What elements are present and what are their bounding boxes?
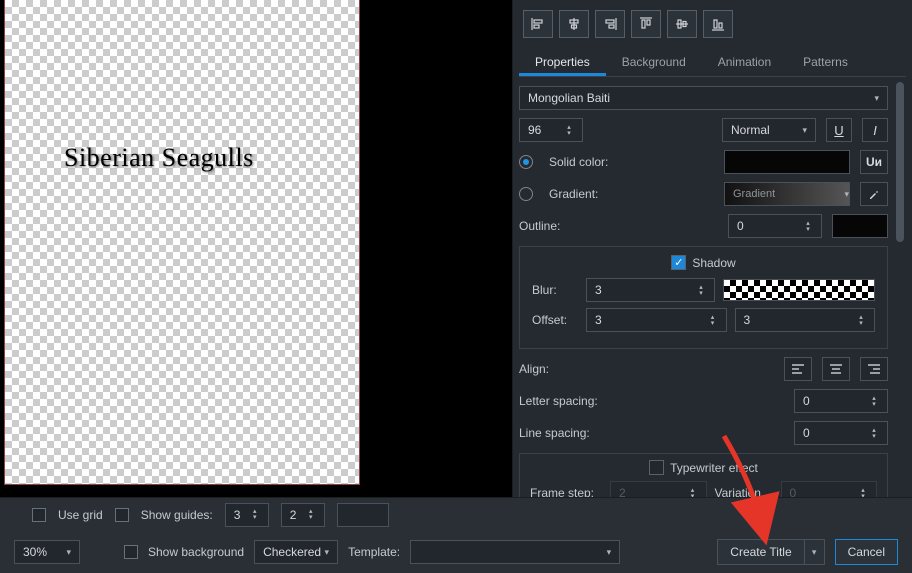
size-down[interactable]: ▾: [564, 131, 574, 136]
align-left-button[interactable]: [523, 10, 553, 38]
properties-panel: Properties Background Animation Patterns…: [512, 0, 912, 497]
shadow-pattern-swatch[interactable]: [723, 279, 875, 301]
align-center-h-button[interactable]: [559, 10, 589, 38]
align-top-button[interactable]: [631, 10, 661, 38]
size-up[interactable]: ▴: [564, 125, 574, 130]
create-title-dropdown[interactable]: ▾: [805, 539, 825, 565]
align-bottom-button[interactable]: [703, 10, 733, 38]
offset-x-input[interactable]: 3▴▾: [586, 308, 727, 332]
variation-label: Variation: [715, 486, 773, 497]
eyedropper-button[interactable]: [860, 182, 888, 206]
shadow-checkbox[interactable]: ✓: [671, 255, 686, 270]
shadow-label: Shadow: [692, 256, 735, 270]
show-guides-label: Show guides:: [141, 508, 213, 522]
font-select[interactable]: Mongolian Baiti▾: [519, 86, 888, 110]
align-center-v-button[interactable]: [667, 10, 697, 38]
object-align-row: [519, 6, 906, 48]
tab-background[interactable]: Background: [606, 48, 702, 76]
grid-toolbar: Use grid Show guides: 3▴▾ 2▴▾: [0, 497, 912, 531]
solid-color-label: Solid color:: [549, 155, 637, 169]
line-spacing-label: Line spacing:: [519, 426, 607, 440]
outline-input[interactable]: 0▴▾: [728, 214, 822, 238]
show-background-checkbox[interactable]: [124, 545, 138, 559]
frame-step-input: 2▴▾: [610, 481, 707, 497]
variation-input: 0▴▾: [781, 481, 878, 497]
italic-button[interactable]: I: [862, 118, 888, 142]
use-grid-label: Use grid: [58, 508, 103, 522]
offset-label: Offset:: [532, 313, 578, 327]
outline-color-swatch[interactable]: [832, 214, 888, 238]
title-text[interactable]: Siberian Seagulls: [64, 143, 254, 173]
typewriter-label: Typewriter effect: [670, 461, 758, 475]
template-label: Template:: [348, 545, 400, 559]
canvas-page[interactable]: Siberian Seagulls: [5, 0, 359, 484]
font-weight-select[interactable]: Normal▾: [722, 118, 816, 142]
underline-button[interactable]: U: [826, 118, 852, 142]
tab-patterns[interactable]: Patterns: [787, 48, 864, 76]
typewriter-checkbox[interactable]: [649, 460, 664, 475]
typewriter-group: Typewriter effect Frame step: 2▴▾ Variat…: [519, 453, 888, 497]
tab-bar: Properties Background Animation Patterns: [519, 48, 906, 77]
background-mode-select[interactable]: Checkered▾: [254, 540, 338, 564]
template-select[interactable]: ▾: [410, 540, 620, 564]
canvas-area[interactable]: Siberian Seagulls: [0, 0, 512, 497]
bottom-toolbar: 30%▾ Show background Checkered▾ Template…: [0, 531, 912, 573]
solid-color-radio[interactable]: [519, 155, 533, 169]
gradient-radio[interactable]: [519, 187, 533, 201]
frame-step-label: Frame step:: [530, 486, 602, 497]
unicode-button[interactable]: Uи: [860, 150, 888, 174]
outline-label: Outline:: [519, 219, 607, 233]
zoom-select[interactable]: 30%▾: [14, 540, 80, 564]
blur-label: Blur:: [532, 283, 578, 297]
gradient-label: Gradient:: [549, 187, 637, 201]
scrollbar-thumb[interactable]: [896, 82, 904, 242]
line-spacing-input[interactable]: 0▴▾: [794, 421, 888, 445]
use-grid-checkbox[interactable]: [32, 508, 46, 522]
shadow-group: ✓ Shadow Blur: 3▴▾ Offset: 3▴▾ 3▴▾: [519, 246, 888, 349]
text-align-right[interactable]: [860, 357, 888, 381]
tab-animation[interactable]: Animation: [702, 48, 787, 76]
solid-color-swatch[interactable]: [724, 150, 850, 174]
font-size-input[interactable]: 96▴▾: [519, 118, 583, 142]
guides-extra-input[interactable]: [337, 503, 389, 527]
text-align-left[interactable]: [784, 357, 812, 381]
guides-y-input[interactable]: 2▴▾: [281, 503, 325, 527]
letter-spacing-label: Letter spacing:: [519, 394, 607, 408]
show-guides-checkbox[interactable]: [115, 508, 129, 522]
cancel-button[interactable]: Cancel: [835, 539, 898, 565]
letter-spacing-input[interactable]: 0▴▾: [794, 389, 888, 413]
guides-x-input[interactable]: 3▴▾: [225, 503, 269, 527]
text-align-center[interactable]: [822, 357, 850, 381]
align-right-button[interactable]: [595, 10, 625, 38]
create-title-button[interactable]: Create Title: [717, 539, 804, 565]
tab-properties[interactable]: Properties: [519, 48, 606, 76]
show-background-label: Show background: [148, 545, 244, 559]
gradient-swatch[interactable]: Gradient▾: [724, 182, 850, 206]
offset-y-input[interactable]: 3▴▾: [735, 308, 876, 332]
blur-input[interactable]: 3▴▾: [586, 278, 715, 302]
align-label: Align:: [519, 362, 607, 376]
